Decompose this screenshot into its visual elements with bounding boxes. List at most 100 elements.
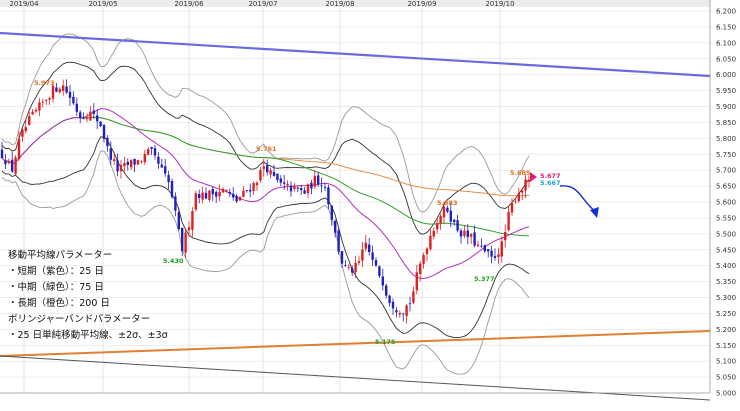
price-label-low: 5.175 bbox=[375, 338, 396, 346]
chart-root: 5.973 5.430 5.761 5.175 5.583 5.377 5.685 5.677… bbox=[0, 0, 740, 411]
candle-body bbox=[436, 223, 439, 230]
y-tick-label: 5.400 bbox=[716, 262, 736, 270]
candle-body bbox=[432, 230, 435, 237]
legend-text-line: ・25 日単純移動平均線、±2σ、±3σ bbox=[8, 329, 168, 341]
candle-body bbox=[527, 180, 531, 182]
candle-body bbox=[405, 305, 408, 317]
y-tick-label: 5.300 bbox=[716, 294, 736, 302]
candle-body bbox=[293, 185, 296, 190]
candle-body bbox=[276, 173, 279, 181]
candle-body bbox=[442, 206, 446, 218]
candle-body bbox=[174, 196, 177, 211]
candle-body bbox=[510, 202, 514, 213]
candle-body bbox=[79, 112, 82, 119]
candle-body bbox=[198, 193, 201, 198]
candle-body bbox=[480, 245, 483, 247]
y-tick-label: 5.150 bbox=[716, 342, 736, 350]
candle-body bbox=[429, 235, 432, 250]
candle-body bbox=[255, 182, 259, 186]
candle-body bbox=[123, 162, 126, 167]
candle-body bbox=[419, 263, 422, 275]
candle-body bbox=[143, 153, 146, 163]
candle-body bbox=[85, 118, 89, 120]
candle-body bbox=[160, 164, 163, 168]
candle-body bbox=[361, 249, 364, 261]
y-tick-label: 6.200 bbox=[716, 8, 736, 16]
candle-body bbox=[218, 192, 221, 197]
candle-body bbox=[106, 137, 109, 147]
y-tick-label: 5.500 bbox=[716, 230, 736, 238]
candle-body bbox=[459, 230, 463, 237]
candle-body bbox=[170, 181, 174, 197]
candle-body bbox=[354, 262, 357, 273]
candle-body bbox=[126, 161, 129, 165]
candle-body bbox=[65, 86, 68, 93]
candle-body bbox=[55, 87, 58, 92]
candle-body bbox=[157, 156, 160, 164]
candle-body bbox=[75, 103, 78, 112]
candle-body bbox=[524, 179, 527, 191]
x-tick-label: 2019/10 bbox=[485, 0, 514, 8]
candle-body bbox=[24, 127, 27, 132]
candle-body bbox=[507, 211, 510, 231]
candle-body bbox=[374, 260, 378, 266]
candle-body bbox=[184, 232, 187, 253]
candle-body bbox=[385, 285, 388, 296]
y-tick-label: 5.100 bbox=[716, 358, 736, 366]
candle-body bbox=[109, 148, 112, 160]
candle-body bbox=[483, 245, 486, 252]
candle-body bbox=[82, 118, 85, 120]
candle-body bbox=[41, 101, 44, 103]
price-label-high: 5.583 bbox=[437, 199, 458, 207]
x-tick-label: 2019/09 bbox=[407, 0, 436, 8]
candle-body bbox=[330, 205, 333, 220]
candle-body bbox=[92, 110, 95, 114]
candle-body bbox=[300, 188, 303, 191]
candle-body bbox=[514, 201, 517, 203]
candle-body bbox=[378, 266, 381, 276]
candle-body bbox=[473, 232, 476, 246]
y-tick-label: 6.100 bbox=[716, 39, 736, 47]
candle-body bbox=[72, 96, 75, 104]
y-tick-label: 5.200 bbox=[716, 326, 736, 334]
candle-body bbox=[398, 313, 401, 315]
candle-body bbox=[497, 254, 500, 257]
candle-body bbox=[238, 196, 242, 201]
candle-body bbox=[381, 276, 384, 286]
candle-body bbox=[45, 99, 48, 101]
y-tick-label: 5.450 bbox=[716, 246, 736, 254]
candle-body bbox=[133, 158, 136, 165]
candle-body bbox=[194, 193, 197, 210]
candle-body bbox=[500, 241, 503, 257]
price-label-high: 5.973 bbox=[34, 79, 55, 87]
candle-body bbox=[21, 129, 24, 137]
legend-text-line: ・長期（橙色）：200 日 bbox=[8, 297, 110, 309]
candle-body bbox=[48, 97, 51, 100]
candle-body bbox=[34, 109, 38, 112]
candle-body bbox=[357, 261, 361, 263]
candle-body bbox=[31, 111, 34, 115]
candle-body bbox=[269, 170, 272, 175]
y-tick-label: 5.800 bbox=[716, 135, 736, 143]
y-tick-label: 5.950 bbox=[716, 87, 736, 95]
candle-body bbox=[68, 91, 72, 98]
candle-body bbox=[412, 291, 415, 303]
candle-body bbox=[7, 161, 10, 163]
candle-body bbox=[0, 149, 4, 159]
candle-body bbox=[249, 189, 252, 192]
candle-body bbox=[99, 121, 102, 127]
candle-body bbox=[51, 85, 55, 99]
candle-body bbox=[119, 164, 123, 172]
candle-body bbox=[221, 188, 225, 193]
y-tick-label: 5.350 bbox=[716, 278, 736, 286]
price-label-high: 5.685 bbox=[510, 169, 531, 177]
candle-body bbox=[242, 190, 245, 197]
candle-body bbox=[28, 116, 31, 125]
candle-body bbox=[232, 193, 235, 198]
price-label-ma: 5.667 bbox=[540, 179, 561, 187]
candle-body bbox=[235, 195, 238, 202]
y-tick-label: 5.550 bbox=[716, 214, 736, 222]
candle-body bbox=[14, 157, 17, 174]
candle-body bbox=[306, 184, 310, 194]
candle-body bbox=[303, 190, 306, 194]
